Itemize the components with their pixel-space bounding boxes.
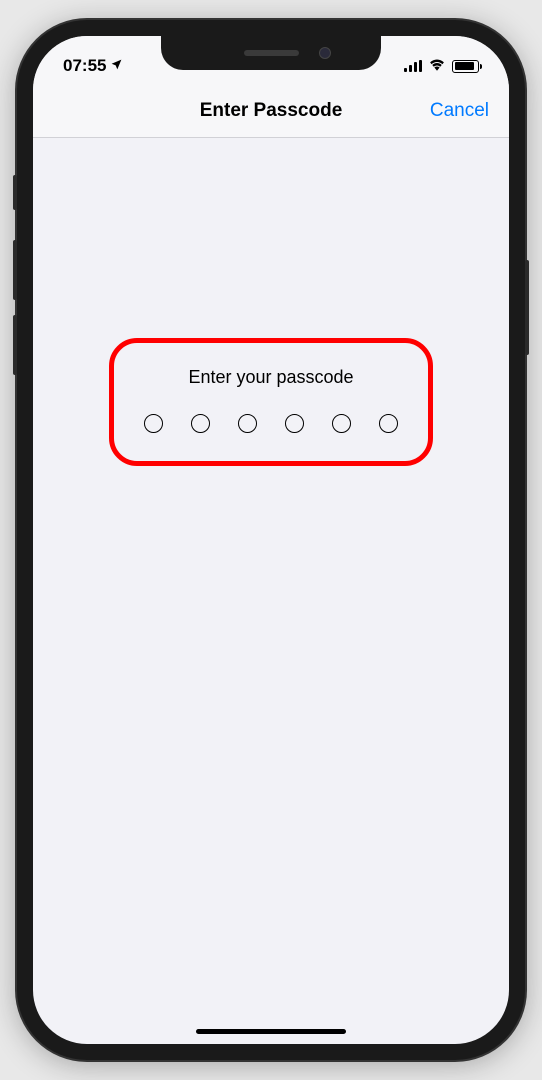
speaker (244, 50, 299, 56)
notch (161, 36, 381, 70)
passcode-field[interactable] (144, 414, 398, 433)
content-area: Enter your passcode (33, 138, 509, 466)
cancel-button[interactable]: Cancel (430, 100, 489, 122)
battery-fill (455, 62, 475, 70)
passcode-dot (144, 414, 163, 433)
passcode-dot (191, 414, 210, 433)
cellular-signal-icon (404, 60, 422, 72)
passcode-dot (379, 414, 398, 433)
status-time: 07:55 (63, 56, 106, 76)
power-button (525, 260, 529, 355)
passcode-annotation-highlight: Enter your passcode (109, 338, 433, 466)
nav-bar: Enter Passcode Cancel (33, 84, 509, 138)
volume-down-button (13, 315, 17, 375)
passcode-dot (285, 414, 304, 433)
passcode-prompt: Enter your passcode (188, 367, 353, 388)
front-camera (319, 47, 331, 59)
location-icon (110, 56, 123, 76)
passcode-dot (332, 414, 351, 433)
status-left: 07:55 (63, 56, 123, 76)
passcode-dot (238, 414, 257, 433)
screen: 07:55 Enter Passcode Cancel (33, 36, 509, 1044)
silence-switch (13, 175, 17, 210)
home-indicator[interactable] (196, 1029, 346, 1034)
wifi-icon (428, 57, 446, 76)
battery-icon (452, 60, 479, 73)
status-right (404, 57, 479, 76)
volume-up-button (13, 240, 17, 300)
phone-frame: 07:55 Enter Passcode Cancel (17, 20, 525, 1060)
page-title: Enter Passcode (200, 100, 343, 122)
